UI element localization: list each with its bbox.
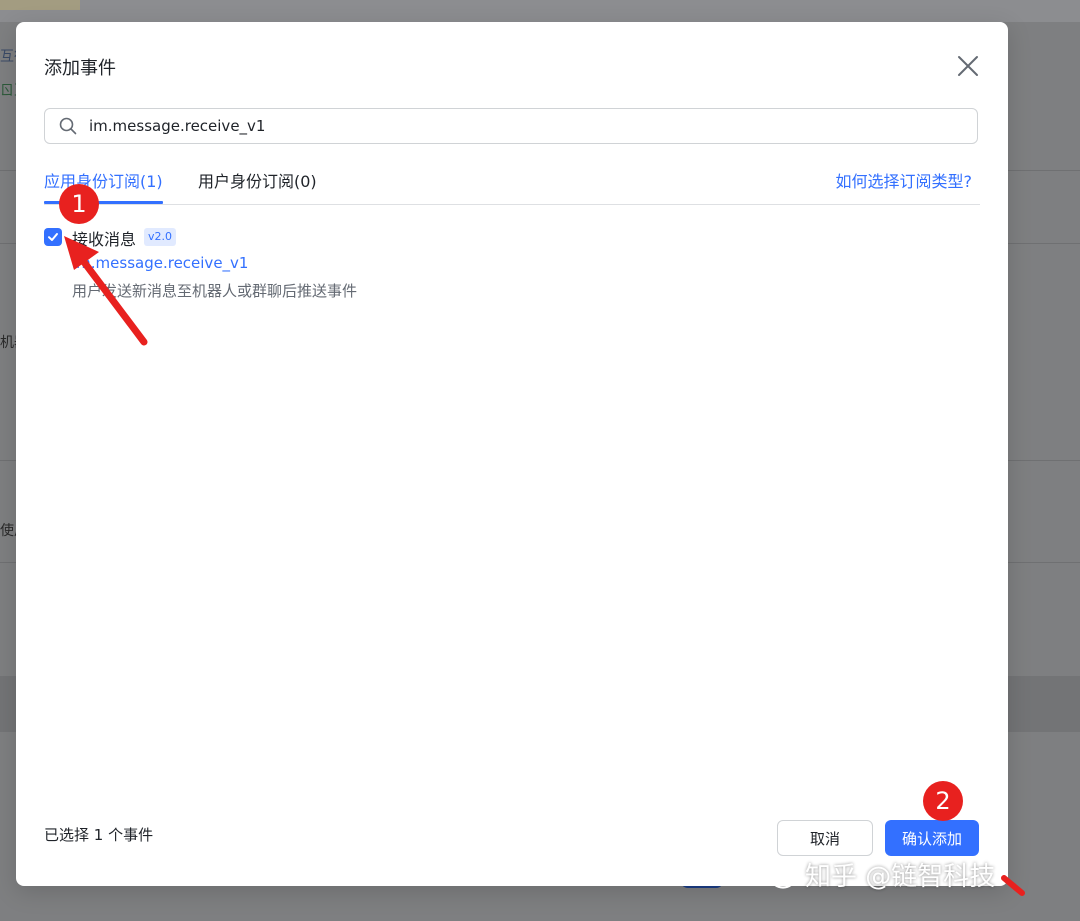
annotation-marker-1: 1 bbox=[59, 184, 99, 224]
tab-user-identity[interactable]: 用户身份订阅(0) bbox=[198, 168, 317, 192]
wechat-icon bbox=[757, 860, 796, 889]
confirm-add-button[interactable]: 确认添加 bbox=[885, 820, 979, 856]
event-name: 接收消息 bbox=[72, 230, 137, 249]
search-box[interactable] bbox=[44, 108, 978, 144]
dialog-title: 添加事件 bbox=[44, 58, 116, 79]
selected-count: 已选择 1 个事件 bbox=[44, 826, 154, 844]
watermark: 知乎 @链智科技 bbox=[757, 856, 995, 893]
annotation-marker-2: 2 bbox=[923, 781, 963, 821]
background-highlight bbox=[0, 0, 80, 10]
close-button[interactable] bbox=[954, 52, 982, 80]
checkmark-icon bbox=[48, 233, 58, 241]
event-key: im.message.receive_v1 bbox=[72, 254, 249, 272]
background-header bbox=[0, 0, 1080, 22]
search-icon bbox=[59, 117, 77, 135]
event-description: 用户发送新消息至机器人或群聊后推送事件 bbox=[72, 282, 358, 300]
add-event-dialog: 添加事件 应用身份订阅(1) 用户身份订阅(0) 如何选择订阅类型? 接收消息 … bbox=[16, 22, 1008, 886]
tab-app-identity[interactable]: 应用身份订阅(1) bbox=[44, 168, 163, 204]
version-badge: v2.0 bbox=[144, 228, 177, 246]
subscription-help-link[interactable]: 如何选择订阅类型? bbox=[836, 168, 973, 192]
event-checkbox[interactable] bbox=[44, 228, 62, 246]
subscription-tabs: 应用身份订阅(1) 用户身份订阅(0) 如何选择订阅类型? bbox=[44, 162, 980, 205]
cancel-button[interactable]: 取消 bbox=[777, 820, 873, 856]
search-input[interactable] bbox=[87, 116, 951, 136]
close-icon bbox=[958, 56, 978, 76]
watermark-text: 知乎 @链智科技 bbox=[805, 862, 996, 892]
